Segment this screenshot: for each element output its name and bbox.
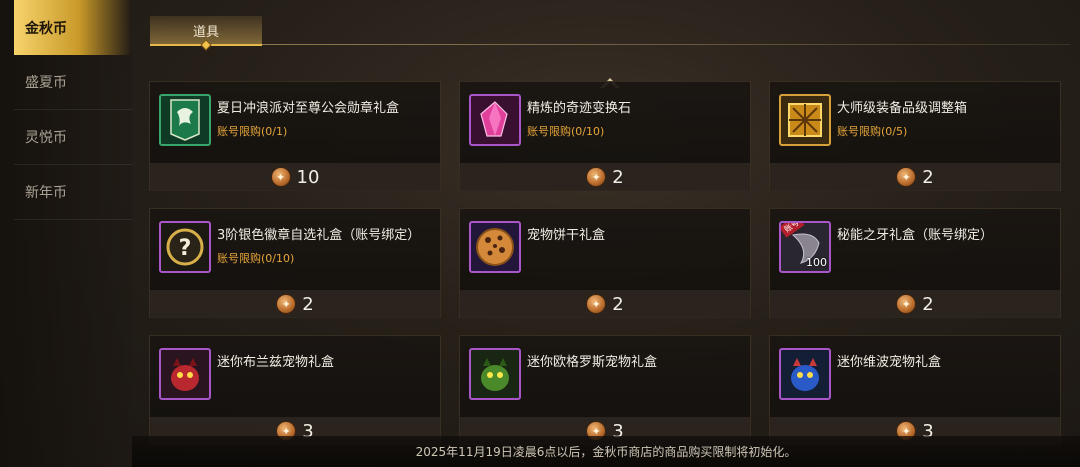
card-body: 账号 100 秘能之牙礼盒（账号绑定）: [770, 209, 1060, 289]
sidebar-item-label: 金秋币: [25, 20, 67, 37]
price-row: 2: [150, 290, 440, 318]
shop-item-card[interactable]: 宠物饼干礼盒 2: [459, 208, 751, 318]
item-price: 2: [922, 166, 934, 188]
item-quantity: 100: [806, 256, 827, 269]
blue-pet-icon: [779, 348, 831, 400]
item-name: 大师级装备品级调整箱: [837, 101, 968, 116]
coin-icon: [270, 167, 291, 187]
shop-item-card[interactable]: ? 3阶银色徽章自选礼盒（账号绑定） 账号限购(0/10) 2: [149, 208, 441, 318]
tab-underline: [150, 44, 1070, 45]
sidebar-item-label: 盛夏币: [25, 75, 67, 91]
shop-item-card[interactable]: 夏日冲浪派对至尊公会勋章礼盒 账号限购(0/1) 10: [149, 81, 441, 191]
price-row: 2: [770, 290, 1060, 318]
item-name: 精炼的奇迹变换石: [527, 101, 632, 116]
shop-item-card[interactable]: 精炼的奇迹变换石 账号限购(0/10) 2: [459, 81, 751, 191]
shop-item-card[interactable]: 账号 100 秘能之牙礼盒（账号绑定） 2: [769, 208, 1061, 318]
item-name: 迷你维波宠物礼盒: [837, 355, 942, 370]
price-row: 2: [460, 290, 750, 318]
card-body: 宠物饼干礼盒: [460, 209, 750, 289]
item-price: 2: [922, 293, 934, 315]
green-pet-icon: [469, 348, 521, 400]
reset-notice-text: 2025年11月19日凌晨6点以后，金秋币商店的商品购买限制将初始化。: [415, 445, 797, 459]
item-purchase-limit: 账号限购(0/10): [527, 125, 605, 138]
red-pet-icon: [159, 348, 211, 400]
coin-icon: [896, 167, 917, 187]
question-badge-icon: ?: [159, 221, 211, 273]
coin-icon: [896, 294, 917, 314]
price-row: 10: [150, 163, 440, 191]
price-row: 2: [460, 163, 750, 191]
item-price: 2: [302, 293, 314, 315]
cookie-icon: [469, 221, 521, 273]
coin-icon: [586, 167, 607, 187]
card-body: 大师级装备品级调整箱 账号限购(0/5): [770, 82, 1060, 162]
item-price: 10: [296, 166, 320, 188]
shop-item-card[interactable]: 大师级装备品级调整箱 账号限购(0/5) 2: [769, 81, 1061, 191]
sidebar-item-lingyue[interactable]: 灵悦币: [14, 110, 132, 165]
item-name: 迷你欧格罗斯宠物礼盒: [527, 355, 658, 370]
price-row: 2: [770, 163, 1060, 191]
svg-text:?: ?: [179, 236, 192, 261]
sidebar-item-label: 灵悦币: [25, 130, 67, 146]
item-price: 2: [612, 293, 624, 315]
pink-crystal-icon: [469, 94, 521, 146]
item-name: 宠物饼干礼盒: [527, 228, 606, 243]
tab-label: 道具: [192, 24, 219, 40]
item-name: 夏日冲浪派对至尊公会勋章礼盒: [217, 101, 400, 116]
shop-item-card[interactable]: 迷你维波宠物礼盒 3: [769, 335, 1061, 445]
golden-box-icon: [779, 94, 831, 146]
coin-icon: [586, 294, 607, 314]
item-purchase-limit: 账号限购(0/10): [217, 252, 295, 265]
coin-icon: [276, 294, 297, 314]
item-name: 迷你布兰兹宠物礼盒: [217, 355, 335, 370]
sidebar-item-shengxia[interactable]: 盛夏币: [14, 55, 132, 110]
card-body: 迷你欧格罗斯宠物礼盒: [460, 336, 750, 416]
reset-notice-bar: 2025年11月19日凌晨6点以后，金秋币商店的商品购买限制将初始化。: [132, 436, 1080, 467]
item-purchase-limit: 账号限购(0/5): [837, 125, 908, 138]
card-body: 夏日冲浪派对至尊公会勋章礼盒 账号限购(0/1): [150, 82, 440, 162]
fang-icon: 账号 100: [779, 221, 831, 273]
item-name: 3阶银色徽章自选礼盒（账号绑定）: [217, 228, 421, 243]
shop-item-card[interactable]: 迷你布兰兹宠物礼盒 3: [149, 335, 441, 445]
card-body: ? 3阶银色徽章自选礼盒（账号绑定） 账号限购(0/10): [150, 209, 440, 289]
item-price: 2: [612, 166, 624, 188]
item-purchase-limit: 账号限购(0/1): [217, 125, 288, 138]
card-body: 精炼的奇迹变换石 账号限购(0/10): [460, 82, 750, 162]
currency-sidebar: 金秋币 盛夏币 灵悦币 新年币: [0, 0, 132, 467]
guild-banner-icon: [159, 94, 211, 146]
card-body: 迷你布兰兹宠物礼盒: [150, 336, 440, 416]
sidebar-item-jinqiu[interactable]: 金秋币: [14, 0, 132, 55]
sidebar-item-xinnian[interactable]: 新年币: [14, 165, 132, 220]
sidebar-item-label: 新年币: [25, 185, 67, 201]
card-body: 迷你维波宠物礼盒: [770, 336, 1060, 416]
shop-item-card[interactable]: 迷你欧格罗斯宠物礼盒 3: [459, 335, 751, 445]
item-name: 秘能之牙礼盒（账号绑定）: [837, 228, 994, 243]
